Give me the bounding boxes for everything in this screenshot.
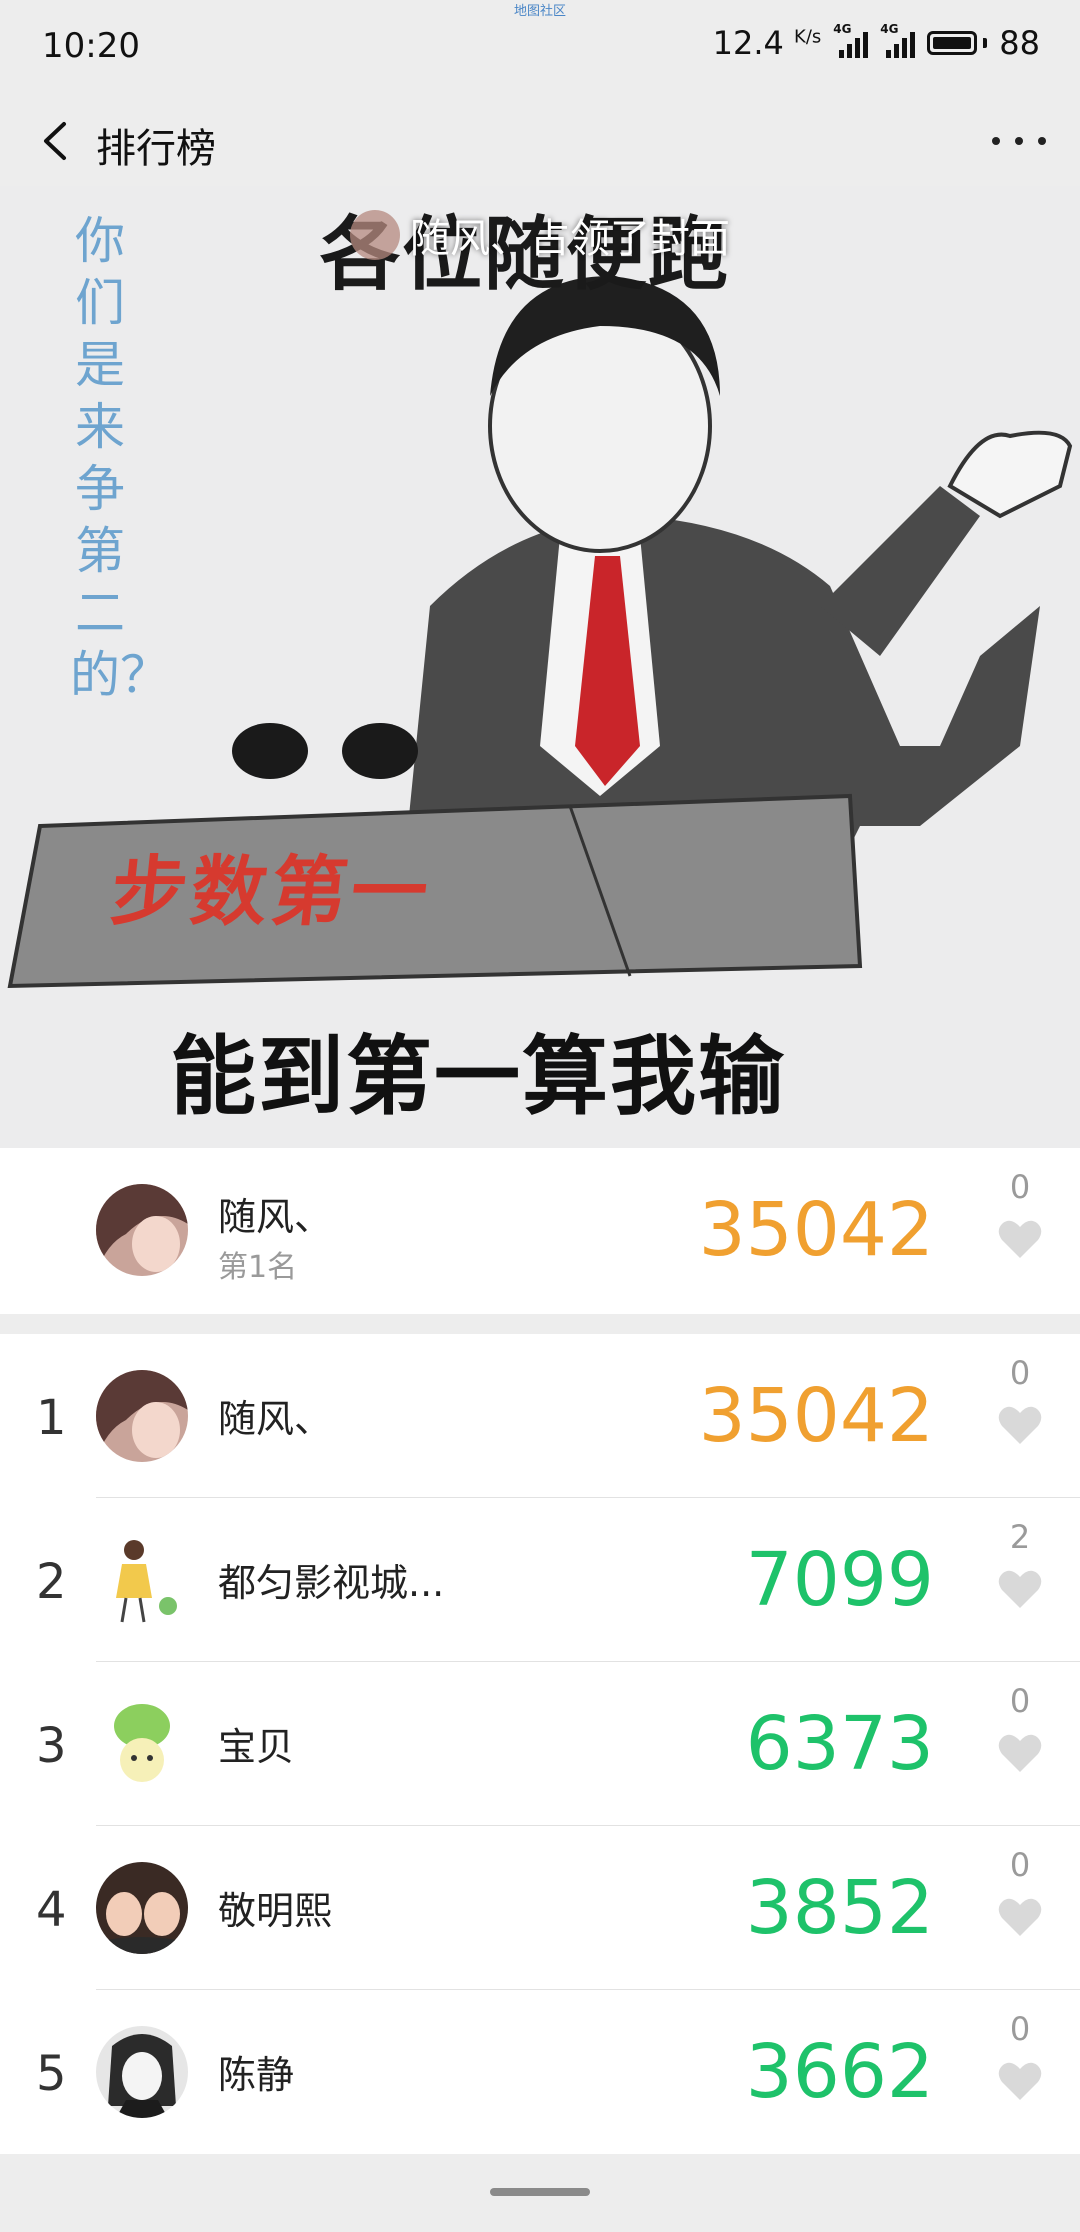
- step-count: 35042: [698, 1187, 934, 1273]
- signal-icon: 4G: [880, 22, 916, 58]
- list-item[interactable]: 1 随风、 35042 0: [0, 1334, 1080, 1498]
- avatar[interactable]: [96, 2026, 188, 2118]
- user-name: 随风、: [218, 1397, 333, 1441]
- like-count: 0: [1009, 1682, 1031, 1720]
- avatar[interactable]: [96, 1370, 188, 1462]
- like-count: 0: [1009, 2010, 1031, 2048]
- home-indicator[interactable]: [490, 2188, 590, 2196]
- user-name: 宝贝: [218, 1725, 295, 1769]
- status-top-text: 地图社区: [513, 4, 566, 19]
- list-item[interactable]: 4 敬明熙 3852 0: [0, 1826, 1080, 1990]
- rank-number: 4: [36, 1882, 67, 1938]
- my-rank-row[interactable]: 随风、 第1名 35042 0: [0, 1148, 1080, 1314]
- status-bar: 地图社区 10:20 12.4 K/s 4G 4G 88: [0, 0, 1080, 96]
- heart-icon: [998, 2062, 1042, 2100]
- battery-icon: [927, 31, 988, 55]
- page-title: 排行榜: [96, 126, 216, 172]
- rank-number: 1: [36, 1390, 67, 1446]
- clock: 10:20: [42, 26, 140, 66]
- avatar[interactable]: [96, 1184, 188, 1276]
- like-button[interactable]: 0: [990, 1354, 1050, 1450]
- user-name: 随风、: [218, 1195, 333, 1239]
- step-count: 3852: [745, 1865, 934, 1951]
- meme-side-text: 你们是来争第二的？: [70, 212, 170, 704]
- user-name: 陈静: [218, 2053, 295, 2097]
- avatar[interactable]: [96, 1698, 188, 1790]
- user-name: 敬明熙: [218, 1889, 333, 1933]
- status-icons: 12.4 K/s 4G 4G 88: [712, 22, 1040, 62]
- like-button[interactable]: 2: [990, 1518, 1050, 1614]
- heart-icon: [998, 1406, 1042, 1444]
- like-button[interactable]: 0: [990, 1168, 1050, 1264]
- cover-owner-text: 随风、占领了封面: [410, 216, 730, 262]
- step-count: 7099: [745, 1537, 934, 1623]
- list-item[interactable]: 2 都匀影视城... 7099 2: [0, 1498, 1080, 1662]
- heart-icon: [998, 1570, 1042, 1608]
- rank-number: 5: [36, 2046, 67, 2102]
- list-item[interactable]: 3 宝贝 6373 0: [0, 1662, 1080, 1826]
- avatar[interactable]: [96, 1534, 188, 1626]
- back-button[interactable]: [30, 114, 84, 168]
- meme-bottom-text: 能到第一算我输: [170, 1027, 786, 1127]
- like-count: 0: [1009, 1846, 1031, 1884]
- heart-icon: [998, 1220, 1042, 1258]
- step-count: 3662: [745, 2029, 934, 2115]
- like-button[interactable]: 0: [990, 1846, 1050, 1942]
- step-count: 35042: [698, 1373, 934, 1459]
- list-item[interactable]: 5 陈静 3662 0: [0, 1990, 1080, 2154]
- like-button[interactable]: 0: [990, 1682, 1050, 1778]
- heart-icon: [998, 1734, 1042, 1772]
- more-dots-icon: [992, 137, 1000, 145]
- heart-icon: [998, 1898, 1042, 1936]
- more-button[interactable]: [992, 114, 1046, 168]
- nav-bar: 排行榜: [0, 96, 1080, 186]
- battery-level: 88: [999, 24, 1040, 62]
- signal-icon: 4G: [833, 22, 869, 58]
- like-count: 2: [1009, 1518, 1031, 1556]
- my-position-label: 第1名: [218, 1250, 298, 1285]
- like-button[interactable]: 0: [990, 2010, 1050, 2106]
- network-speed: 12.4 K/s: [712, 24, 822, 62]
- like-count: 0: [1009, 1354, 1031, 1392]
- avatar: [350, 210, 400, 260]
- rank-number: 3: [36, 1718, 67, 1774]
- step-count: 6373: [745, 1701, 934, 1787]
- meme-red-text: 步数第一: [106, 847, 436, 936]
- chevron-left-icon: [44, 122, 66, 160]
- user-name: 都匀影视城...: [218, 1561, 445, 1605]
- cover-owner: 随风、占领了封面: [350, 206, 730, 264]
- like-count: 0: [1009, 1168, 1031, 1206]
- avatar[interactable]: [96, 1862, 188, 1954]
- cover-image[interactable]: 你们是来争第二的？ 各位随便跑 步数第一 能到第一算我输 随风、占领了封面: [0, 186, 1080, 1148]
- rank-number: 2: [36, 1554, 67, 1610]
